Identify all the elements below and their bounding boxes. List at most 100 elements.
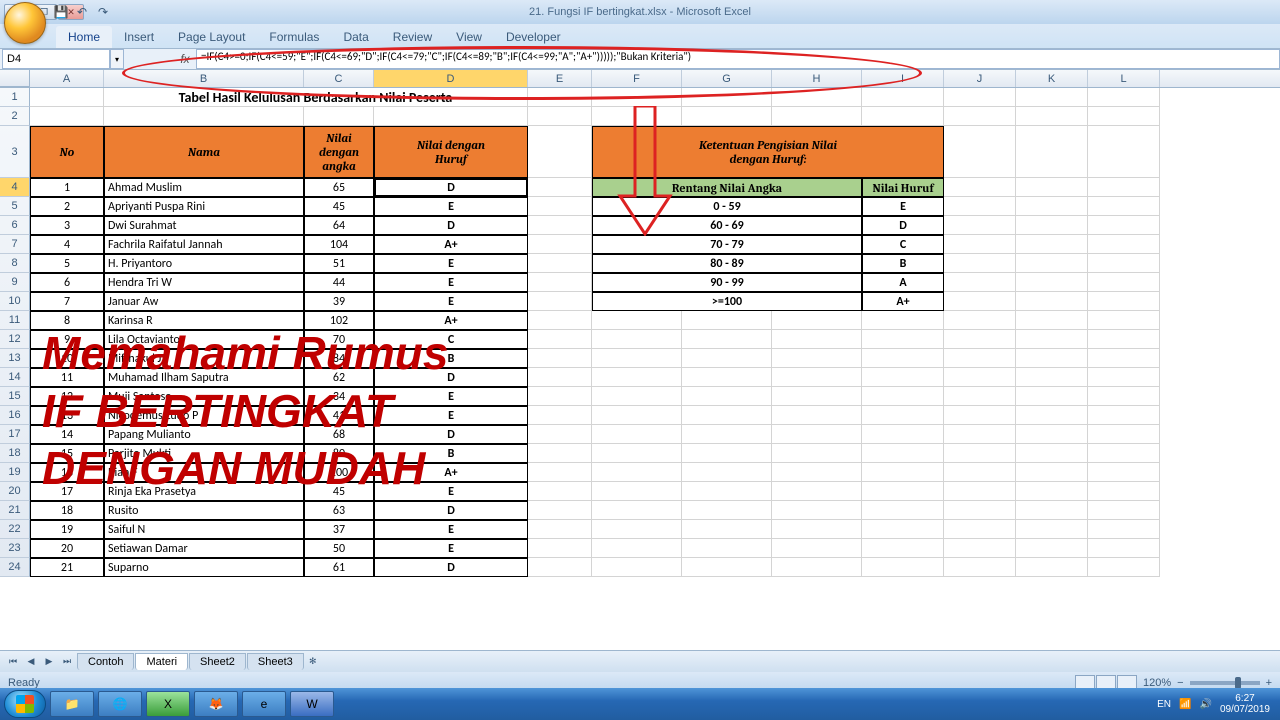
start-button[interactable] [4,690,46,718]
cell[interactable]: 45 [304,197,374,216]
tray-sound-icon[interactable]: 🔊 [1199,699,1211,710]
cell[interactable] [944,501,1016,520]
cell[interactable] [528,235,592,254]
cell[interactable]: 14 [30,425,104,444]
cell[interactable]: Rusito [104,501,304,520]
office-button[interactable] [4,2,46,44]
cell[interactable]: D [374,558,528,577]
cell[interactable] [528,406,592,425]
cell[interactable] [1088,273,1160,292]
cell[interactable] [592,330,682,349]
cell[interactable]: 61 [304,558,374,577]
save-icon[interactable]: 💾 [52,3,70,21]
cell[interactable] [772,387,862,406]
cell[interactable] [592,425,682,444]
cell[interactable]: E [374,406,528,425]
cell[interactable]: Papang Mulianto [104,425,304,444]
cell[interactable] [592,349,682,368]
ribbon-tab-home[interactable]: Home [56,26,112,48]
cell[interactable]: A+ [374,235,528,254]
task-excel[interactable]: X [146,691,190,717]
cell[interactable] [528,254,592,273]
ribbon-tab-formulas[interactable]: Formulas [257,26,331,48]
cell[interactable] [1016,387,1088,406]
cell[interactable]: Nicodemus Ludo P [104,406,304,425]
select-all-corner[interactable] [0,70,30,87]
cell[interactable]: 100 [304,463,374,482]
cell[interactable] [1016,292,1088,311]
cell[interactable] [944,463,1016,482]
cell[interactable] [30,88,104,107]
cell[interactable] [1016,216,1088,235]
row-header-14[interactable]: 14 [0,368,30,387]
cell[interactable]: Hendra Tri W [104,273,304,292]
cell[interactable] [528,520,592,539]
cell[interactable] [682,330,772,349]
sheet-tab-materi[interactable]: Materi [135,653,188,670]
cell[interactable] [682,349,772,368]
cell[interactable] [528,126,592,178]
row-header-3[interactable]: 3 [0,126,30,178]
cell[interactable] [682,482,772,501]
cell[interactable] [1016,482,1088,501]
cell[interactable] [1016,330,1088,349]
cell[interactable] [944,444,1016,463]
fx-icon[interactable]: fx [174,52,196,66]
cell[interactable]: 45 [304,482,374,501]
cell[interactable] [528,330,592,349]
cell[interactable]: 7 [30,292,104,311]
ribbon-tab-view[interactable]: View [444,26,494,48]
col-header-F[interactable]: F [592,70,682,87]
task-explorer[interactable]: 📁 [50,691,94,717]
cell[interactable] [528,178,592,197]
cell[interactable]: Rian F [104,463,304,482]
cell[interactable]: E [862,197,944,216]
cell[interactable] [1016,349,1088,368]
cell[interactable] [528,197,592,216]
cell[interactable] [528,444,592,463]
cell[interactable] [682,311,772,330]
cell[interactable]: 63 [304,501,374,520]
col-header-I[interactable]: I [862,70,944,87]
cell[interactable] [682,406,772,425]
sheet-nav-last[interactable]: ⏭ [58,653,76,671]
cell[interactable] [862,482,944,501]
cell[interactable] [772,330,862,349]
cell[interactable]: Muji Santoso [104,387,304,406]
cell[interactable] [528,539,592,558]
cell[interactable]: 6 [30,273,104,292]
cell[interactable] [592,501,682,520]
cell[interactable]: 16 [30,463,104,482]
cell[interactable] [1016,88,1088,107]
row-header-9[interactable]: 9 [0,273,30,292]
ribbon-tab-insert[interactable]: Insert [112,26,166,48]
cell[interactable]: Lila Octavianto [104,330,304,349]
cell[interactable] [772,520,862,539]
cell[interactable] [862,539,944,558]
cell[interactable] [528,107,592,126]
cell[interactable]: E [374,197,528,216]
cell[interactable] [528,463,592,482]
cell[interactable]: 44 [304,273,374,292]
undo-icon[interactable]: ↶ [73,3,91,21]
cell[interactable] [682,387,772,406]
cell[interactable] [1088,107,1160,126]
cell[interactable] [682,501,772,520]
cell[interactable]: 12 [30,387,104,406]
cell[interactable] [944,292,1016,311]
cell[interactable]: Ahmad Muslim [104,178,304,197]
cell[interactable]: E [374,273,528,292]
cell[interactable] [592,311,682,330]
row-header-5[interactable]: 5 [0,197,30,216]
cell[interactable] [592,539,682,558]
name-box[interactable]: D4 [2,49,110,69]
cell[interactable]: Karinsa R [104,311,304,330]
tray-network-icon[interactable]: 📶 [1179,699,1191,710]
cell[interactable]: B [862,254,944,273]
cell[interactable]: C [374,330,528,349]
sheet-tab-contoh[interactable]: Contoh [77,653,134,670]
cell[interactable] [862,330,944,349]
row-header-6[interactable]: 6 [0,216,30,235]
cell[interactable]: Parjito Mukti [104,444,304,463]
cell[interactable]: D [374,425,528,444]
